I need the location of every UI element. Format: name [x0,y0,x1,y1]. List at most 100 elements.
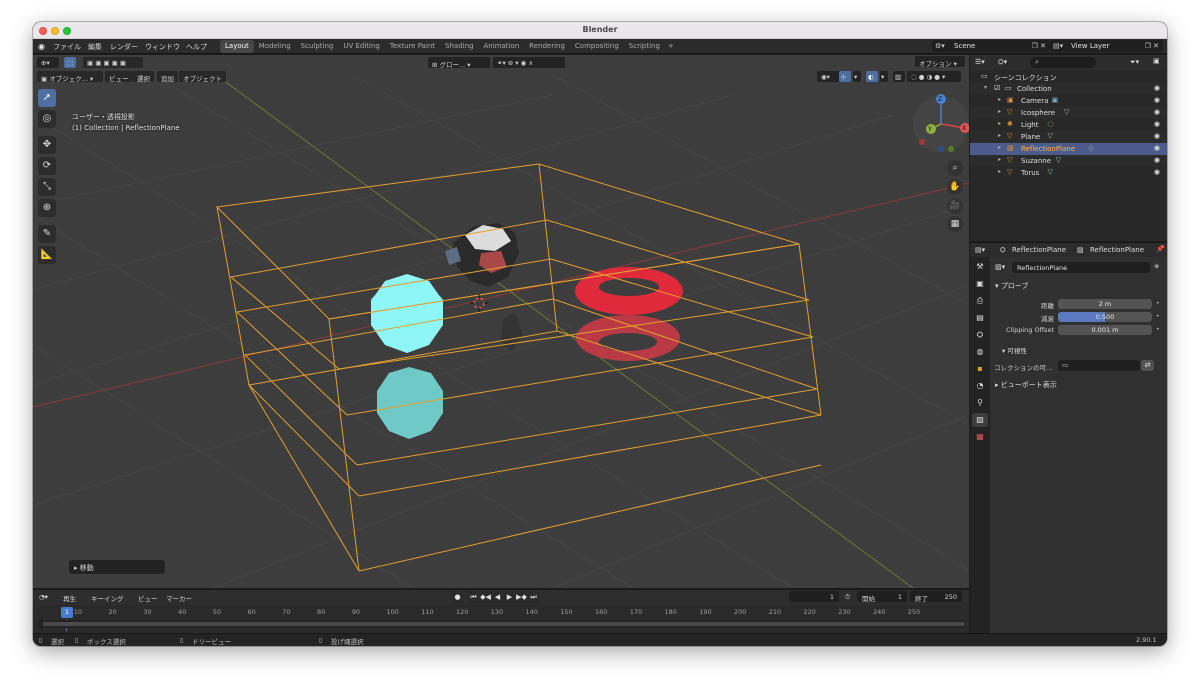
physics-tab-icon[interactable]: ◔ [972,379,988,393]
jump-end-icon[interactable]: ⏭ [528,591,539,603]
jump-start-icon[interactable]: ⏮ [468,591,479,603]
display-mode-icon[interactable]: ⛭▾ [998,58,1007,67]
prev-keyframe-icon[interactable]: ◆◀ [480,591,491,603]
perspective-toggle-icon[interactable]: ▦ [947,216,963,232]
keyframe-dot-icon[interactable]: • [1156,326,1160,333]
tab-modeling[interactable]: Modeling [254,40,296,53]
eye-icon[interactable]: ◉ [1154,84,1160,92]
swap-icon[interactable]: ⇄ [1141,360,1154,371]
tool-tab-icon[interactable]: ⚒ [972,260,988,274]
tab-animation[interactable]: Animation [478,40,524,53]
outliner-object-row[interactable]: ▸ ▽ Suzanne ▽ ◉ [970,155,1167,167]
view-layer-selector[interactable]: ▤▾ View Layer ❐ ✕ [1050,40,1163,52]
mesh-data-icon[interactable]: ▽ [1056,156,1061,164]
options-dropdown[interactable]: オプション ▾ [915,56,965,68]
timeline-scroll-handle[interactable] [43,622,965,626]
clock-icon[interactable]: ◔▾ [39,593,48,601]
menu-view[interactable]: ビュー [105,71,133,83]
collection-visibility-field[interactable]: ▭ [1058,360,1140,371]
render-tab-icon[interactable]: ▣ [972,277,988,291]
menu-help[interactable]: ヘルプ [186,42,207,52]
tab-rendering[interactable]: Rendering [524,40,570,53]
falloff-slider[interactable]: 0.500 [1058,312,1152,322]
eye-icon[interactable]: ◉ [1154,132,1160,140]
last-operator-panel[interactable]: ▸ 移動 [69,560,165,574]
datablock-icon[interactable]: ▨▾ [995,263,1005,271]
start-frame-field[interactable]: 開始 1 [857,591,907,603]
new-scene-icon[interactable]: ❐ ✕ [1032,42,1046,50]
snap-proportional-buttons[interactable]: ⚭▾ ⊛ ▾ ◉ ∧ [493,57,565,68]
transform-tool-icon[interactable]: ⊕ [38,199,56,217]
tab-shading[interactable]: Shading [440,40,478,53]
record-icon[interactable]: ● [452,591,463,603]
menu-object[interactable]: オブジェクト [179,71,226,83]
move-tool-icon[interactable]: ✥ [38,136,56,154]
play-reverse-icon[interactable]: ◀ [492,591,503,603]
rotate-tool-icon[interactable]: ⟳ [38,157,56,175]
expand-arrow-icon[interactable]: ▾ [984,84,987,91]
viewport-display-panel-header[interactable]: ▸ ビューポート表示 [995,380,1057,390]
editor-type-button[interactable]: ⊕▾ [37,57,59,68]
menu-render[interactable]: レンダー [110,42,138,52]
add-workspace-button[interactable]: + [665,40,677,53]
tab-scripting[interactable]: Scripting [624,40,665,53]
outliner-object-row[interactable]: ▸ ▽ Icosphere ▽ ◉ [970,107,1167,119]
view-layer-tab-icon[interactable]: ▤ [972,311,988,325]
mesh-data-icon[interactable]: ▽ [1048,132,1053,140]
expand-arrow-icon[interactable]: ▸ [998,96,1001,103]
visibility-panel-header[interactable]: ▾ 可視性 [1002,345,1027,355]
new-view-layer-icon[interactable]: ❐ ✕ [1145,42,1159,50]
menu-keying[interactable]: キーイング [91,593,124,603]
chevron-down-icon[interactable]: ▾ [880,71,888,82]
scene-tab-icon[interactable]: ⛭ [972,328,988,342]
outliner-object-row[interactable]: ▸ ▽ Plane ▽ ◉ [970,131,1167,143]
outliner-search-input[interactable]: ⌕ [1030,57,1096,68]
playhead-frame[interactable]: 1 [61,607,73,618]
outliner-object-row[interactable]: ▸ ▽ Torus ▽ ◉ [970,167,1167,179]
eye-icon[interactable]: ◉ [1154,96,1160,104]
output-tab-icon[interactable]: ⎙ [972,294,988,308]
blender-logo-icon[interactable]: ◉ [38,42,47,51]
checkbox-icon[interactable]: ☑ [994,84,1000,92]
measure-tool-icon[interactable]: 📐 [38,246,56,264]
menu-file[interactable]: ファイル [53,42,81,52]
eye-icon[interactable]: ◉ [1154,168,1160,176]
texture-tab-icon[interactable]: ▦ [972,430,988,444]
world-tab-icon[interactable]: ◍ [972,345,988,359]
menu-edit[interactable]: 編集 [88,42,102,52]
eye-icon[interactable]: ◉ [1154,144,1160,152]
eye-icon[interactable]: ◉ [1154,156,1160,164]
play-icon[interactable]: ▶ [504,591,515,603]
xray-toggle-icon[interactable]: ▨ [893,71,905,82]
camera-view-icon[interactable]: 🎥 [947,198,963,214]
outliner-editor-icon[interactable]: ☰▾ [975,58,985,66]
outliner-object-row[interactable]: ▸ ▣ Camera ▣ ◉ [970,95,1167,107]
mesh-data-icon[interactable]: ▽ [1048,168,1053,176]
gizmo-toggle-icon[interactable]: ⊹ [839,71,851,82]
annotate-tool-icon[interactable]: ✎ [38,225,56,243]
menu-select[interactable]: 選択 [133,71,154,83]
outliner-object-row[interactable]: ▸ ✺ Light ◌ ◉ [970,119,1167,131]
data-tab-icon[interactable]: ▨ [972,413,988,427]
expand-arrow-icon[interactable]: ▸ [998,132,1001,139]
object-mode-dropdown[interactable]: ▣ オブジェク... ▾ [37,71,103,83]
expand-arrow-icon[interactable]: ▸ [998,144,1001,151]
keyframe-dot-icon[interactable]: • [1156,313,1160,320]
clipping-offset-field[interactable]: 0.001 m [1058,325,1152,335]
zoom-icon[interactable]: ⌕ [947,160,963,176]
cursor-tool-icon[interactable]: ◎ [38,110,56,128]
expand-arrow-icon[interactable]: ▸ [998,108,1001,115]
light-data-icon[interactable]: ◌ [1048,120,1054,128]
torus-mesh[interactable] [575,267,683,315]
current-frame-field[interactable]: 1 [789,591,839,602]
outliner-object-row[interactable]: ▸ ▨ ReflectionPlane ◇ ◉ [970,143,1167,155]
selection-mode-buttons[interactable]: ▣ ▣ ▣ ▣ ▣ [83,57,143,68]
lightprobe-data-icon[interactable]: ◇ [1089,144,1094,152]
collection-row[interactable]: ▾ ☑ ▭ Collection ◉ [970,83,1167,95]
expand-arrow-icon[interactable]: ▸ [998,156,1001,163]
timeline-ruler[interactable]: 1 10 20 30 40 50 60 70 80 90 100 110 120 130 140 150 16… [33,606,969,619]
timeline-scrollbar[interactable] [37,620,965,628]
camera-data-icon[interactable]: ▣ [1052,96,1059,104]
tab-compositing[interactable]: Compositing [570,40,624,53]
pin-icon[interactable]: 📌 [1156,245,1165,253]
